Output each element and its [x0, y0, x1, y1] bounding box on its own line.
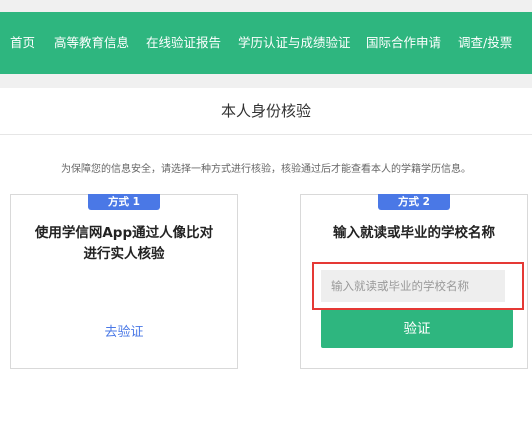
page-title: 本人身份核验 [0, 88, 532, 135]
method-2-title: 输入就读或毕业的学校名称 [333, 225, 495, 241]
method-1-title-line-2: 进行实人核验 [83, 246, 165, 262]
security-notice: 为保障您的信息安全，请选择一种方式进行核验，核验通过后才能查看本人的学籍学历信息… [61, 164, 471, 175]
nav-bar: 首页 高等教育信息 在线验证报告 学历认证与成绩验证 国际合作申请 调查/投票 [0, 12, 532, 74]
school-name-input[interactable] [321, 270, 505, 302]
nav-item-higher-education[interactable]: 高等教育信息 [54, 12, 129, 74]
nav-item-international[interactable]: 国际合作申请 [366, 12, 441, 74]
top-navigation: 首页 高等教育信息 在线验证报告 学历认证与成绩验证 国际合作申请 调查/投票 [0, 0, 532, 88]
method-2-badge: 方式 2 [378, 194, 450, 210]
nav-item-online-report[interactable]: 在线验证报告 [146, 12, 221, 74]
nav-item-certification[interactable]: 学历认证与成绩验证 [238, 12, 351, 74]
method-1-badge: 方式 1 [88, 194, 160, 210]
go-verify-link[interactable]: 去验证 [11, 321, 237, 340]
method-1-title: 使用学信网App通过人像比对 进行实人核验 [11, 223, 237, 265]
method-1-title-line-1: 使用学信网App通过人像比对 [34, 225, 214, 241]
verify-button[interactable]: 验证 [321, 309, 513, 348]
nav-item-survey[interactable]: 调查/投票 [458, 12, 512, 74]
method-1-card: 方式 1 使用学信网App通过人像比对 进行实人核验 去验证 [10, 194, 238, 369]
method-2-card: 方式 2 输入就读或毕业的学校名称 验证 [300, 194, 528, 369]
nav-item-home[interactable]: 首页 [10, 12, 35, 74]
